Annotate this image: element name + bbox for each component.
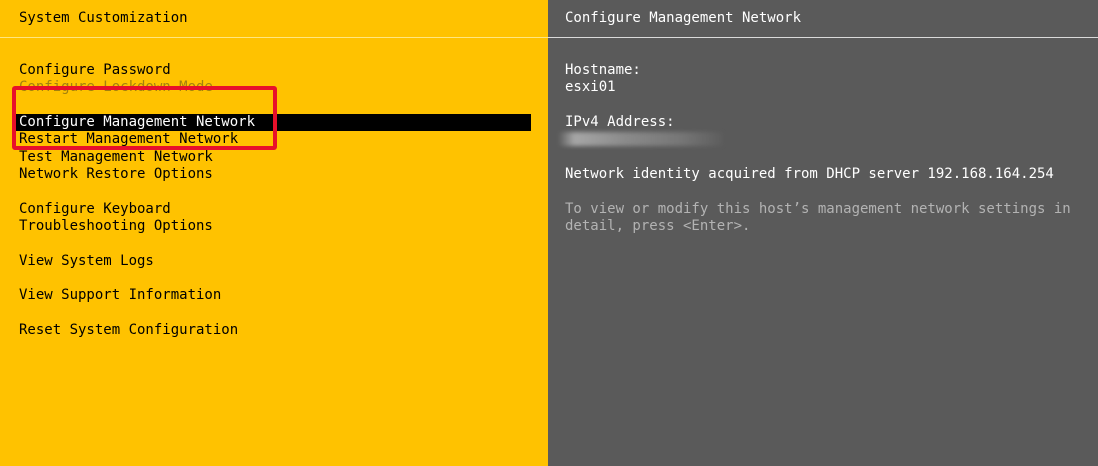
pane-title: System Customization — [19, 10, 188, 26]
network-identity-text: Network identity acquired from DHCP serv… — [565, 166, 1054, 182]
menu-item-troubleshooting-options[interactable]: Troubleshooting Options — [19, 218, 213, 235]
menu-item-test-management-network[interactable]: Test Management Network — [19, 149, 213, 166]
title-divider — [0, 37, 548, 38]
menu-item-view-support-information[interactable]: View Support Information — [19, 287, 221, 304]
ipv4-address-label: IPv4 Address: — [565, 114, 675, 130]
menu-item-configure-password[interactable]: Configure Password — [19, 62, 171, 79]
title-divider — [548, 37, 1098, 38]
system-customization-pane: System Customization Configure Password … — [0, 0, 548, 466]
menu-item-configure-lockdown-mode[interactable]: Configure Lockdown Mode — [19, 79, 213, 96]
menu-item-configure-management-network[interactable]: Configure Management Network — [16, 114, 531, 131]
menu-item-view-system-logs[interactable]: View System Logs — [19, 253, 154, 270]
help-text: To view or modify this host’s management… — [565, 201, 1071, 234]
menu-item-configure-keyboard[interactable]: Configure Keyboard — [19, 201, 171, 218]
menu-item-reset-system-configuration[interactable]: Reset System Configuration — [19, 322, 238, 339]
configure-management-network-pane: Configure Management Network Hostname: e… — [548, 0, 1098, 466]
menu-item-network-restore-options[interactable]: Network Restore Options — [19, 166, 213, 183]
menu-item-restart-management-network[interactable]: Restart Management Network — [19, 131, 238, 148]
hostname-value: esxi01 — [565, 79, 616, 95]
hostname-label: Hostname: — [565, 62, 641, 78]
pane-title: Configure Management Network — [565, 10, 802, 26]
ipv4-address-value-redacted — [558, 132, 723, 146]
dcui-screen: System Customization Configure Password … — [0, 0, 1098, 466]
